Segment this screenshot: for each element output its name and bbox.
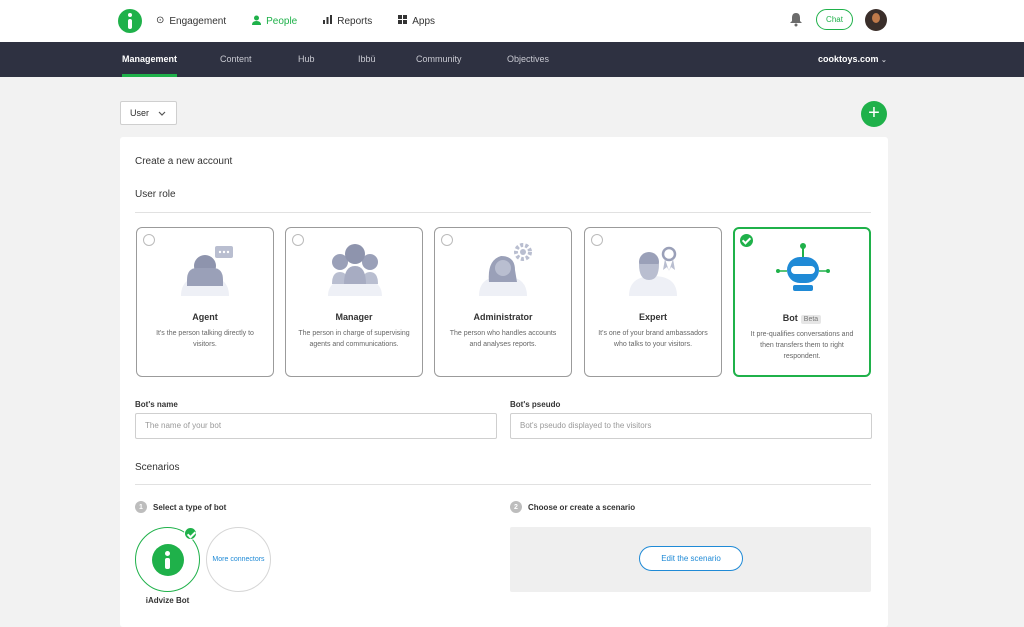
nav-item-people[interactable]: People	[252, 15, 297, 28]
divider	[135, 212, 871, 213]
nav-item-label: People	[266, 15, 298, 27]
role-title-text: Bot	[782, 313, 798, 323]
edit-scenario-button[interactable]: Edit the scenario	[639, 546, 743, 571]
role-title: Expert	[638, 312, 667, 322]
bot-pseudo-label: Bot's pseudo	[510, 400, 561, 409]
role-title: Bot Beta	[735, 313, 869, 324]
grid-icon	[398, 15, 408, 27]
nav-item-engagement[interactable]: ⊙ Engagement	[156, 16, 226, 27]
check-icon	[740, 234, 753, 247]
chevron-down-icon: ⌄	[881, 57, 887, 64]
create-account-card: Create a new account User role Agent It'…	[120, 137, 888, 627]
sub-nav: Management Content Hub Ibbü Community Ob…	[0, 42, 1024, 77]
chat-button[interactable]: Chat	[816, 9, 853, 30]
manager-illustration-icon	[328, 244, 382, 296]
step-1: 1 Select a type of bot	[135, 501, 226, 513]
scenarios-heading: Scenarios	[135, 462, 180, 473]
divider	[135, 484, 871, 485]
bell-icon[interactable]	[789, 12, 803, 27]
person-icon	[252, 15, 262, 28]
agent-illustration-icon	[181, 246, 233, 296]
step-number: 2	[510, 501, 522, 513]
role-description: The person who handles accounts and anal…	[449, 330, 557, 348]
tab-management[interactable]: Management	[122, 42, 178, 77]
tab-hub[interactable]: Hub	[298, 42, 315, 77]
radio-button[interactable]	[591, 234, 603, 246]
bar-chart-icon	[323, 15, 333, 27]
avatar[interactable]	[865, 9, 887, 31]
nav-item-apps[interactable]: Apps	[398, 15, 435, 27]
role-title: Agent	[192, 312, 218, 322]
bot-illustration-icon	[776, 243, 830, 291]
administrator-illustration-icon	[479, 243, 532, 296]
tab-objectives[interactable]: Objectives	[507, 42, 549, 77]
target-icon: ⊙	[156, 15, 165, 26]
iadvize-bot-icon	[152, 544, 184, 576]
tab-community[interactable]: Community	[416, 42, 462, 77]
radio-button[interactable]	[441, 234, 453, 246]
nav-item-label: Engagement	[169, 15, 227, 27]
bot-type-iadvize[interactable]	[135, 527, 200, 592]
top-nav: ⊙ Engagement People Reports Apps	[156, 0, 435, 42]
role-card-agent[interactable]: Agent It's the person talking directly t…	[136, 227, 274, 377]
radio-button[interactable]	[292, 234, 304, 246]
bot-name-field[interactable]: The name of your bot	[135, 413, 497, 439]
bot-pseudo-field[interactable]: Bot's pseudo displayed to the visitors	[510, 413, 872, 439]
nav-item-reports[interactable]: Reports	[323, 15, 372, 27]
expert-illustration-icon	[629, 246, 677, 296]
more-connectors-button[interactable]: More connectors	[206, 527, 271, 592]
check-icon	[184, 527, 197, 540]
role-card-expert[interactable]: Expert It's one of your brand ambassador…	[584, 227, 722, 377]
role-description: It's one of your brand ambassadors who t…	[598, 330, 708, 348]
user-type-select[interactable]: User	[120, 101, 177, 125]
role-card-administrator[interactable]: Administrator The person who handles acc…	[434, 227, 572, 377]
domain-selector[interactable]: cooktoys.com ⌄	[818, 42, 887, 77]
page-title: Create a new account	[135, 156, 233, 167]
role-card-manager[interactable]: Manager The person in charge of supervis…	[285, 227, 423, 377]
nav-item-label: Reports	[337, 15, 373, 27]
bot-type-label: iAdvize Bot	[145, 596, 190, 605]
top-bar: ⊙ Engagement People Reports Apps Chat	[0, 0, 1024, 42]
select-value: User	[130, 108, 150, 118]
role-description: It pre-qualifies conversations and then …	[750, 331, 854, 360]
add-button[interactable]: +	[861, 101, 887, 127]
step-2: 2 Choose or create a scenario	[510, 501, 635, 513]
domain-label: cooktoys.com	[818, 54, 879, 64]
role-card-bot[interactable]: Bot Beta It pre-qualifies conversations a…	[733, 227, 871, 377]
step-label: Choose or create a scenario	[528, 502, 636, 512]
scenario-panel: Edit the scenario	[510, 527, 871, 592]
radio-button[interactable]	[143, 234, 155, 246]
role-title: Administrator	[473, 312, 533, 322]
step-number: 1	[135, 501, 147, 513]
nav-item-label: Apps	[412, 15, 436, 27]
iadvize-logo[interactable]	[118, 9, 142, 33]
role-description: It's the person talking directly to visi…	[156, 330, 254, 348]
user-role-heading: User role	[135, 189, 176, 200]
role-description: The person in charge of supervising agen…	[298, 330, 410, 348]
step-label: Select a type of bot	[153, 502, 227, 512]
bot-name-label: Bot's name	[135, 400, 178, 409]
role-title: Manager	[335, 312, 373, 322]
tab-ibbu[interactable]: Ibbü	[358, 42, 376, 77]
chevron-down-icon	[158, 108, 166, 118]
tab-content[interactable]: Content	[220, 42, 252, 77]
beta-badge: Beta	[800, 315, 822, 324]
